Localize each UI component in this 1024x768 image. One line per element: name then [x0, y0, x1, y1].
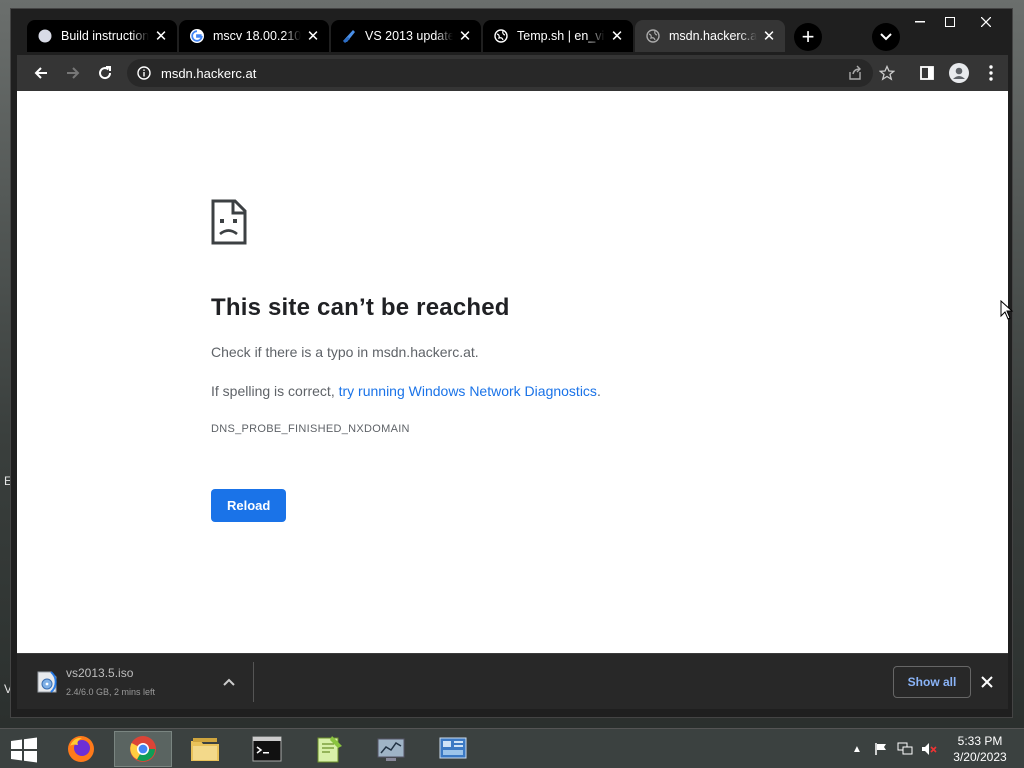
- profile-button[interactable]: [947, 61, 971, 85]
- tab-title: msdn.hackerc.at: [669, 29, 757, 43]
- diagnostics-suggestion: If spelling is correct, try running Wind…: [211, 383, 811, 399]
- close-icon: [981, 676, 993, 688]
- download-file-name: vs2013.5.iso: [66, 666, 134, 680]
- google-icon: [189, 28, 205, 44]
- error-title: This site can’t be reached: [211, 294, 510, 321]
- browser-toolbar: msdn.hackerc.at: [17, 55, 1008, 91]
- divider: [253, 662, 254, 702]
- refresh-icon: [99, 66, 112, 80]
- windows-start-icon[interactable]: [10, 737, 38, 763]
- avatar-icon: [949, 63, 969, 83]
- chevron-up-icon[interactable]: [221, 674, 237, 690]
- page-content: This site can’t be reached Check if ther…: [17, 91, 1008, 653]
- suggestion-prefix: If spelling is correct,: [211, 383, 339, 399]
- circle-favicon-icon: [37, 28, 53, 44]
- show-hidden-icons-icon[interactable]: ▲: [849, 741, 865, 757]
- tab-mscv-search[interactable]: mscv 18.00.21005 ✕: [179, 20, 329, 52]
- clock-date: 3/20/2023: [953, 750, 1007, 764]
- menu-button[interactable]: [979, 61, 1003, 85]
- minimize-button[interactable]: [903, 9, 937, 35]
- share-icon: [849, 65, 861, 80]
- tab-strip: Build instructions ✕ mscv 18.00.21005 ✕ …: [11, 9, 1012, 55]
- command-prompt-icon[interactable]: [238, 731, 296, 767]
- close-tab-icon[interactable]: ✕: [305, 28, 321, 45]
- forward-button[interactable]: [61, 61, 85, 85]
- url-text: msdn.hackerc.at: [161, 65, 257, 81]
- maximize-button[interactable]: [933, 9, 967, 35]
- address-bar[interactable]: msdn.hackerc.at: [127, 59, 873, 87]
- notepad-plus-plus-icon[interactable]: [300, 731, 358, 767]
- close-window-button[interactable]: [969, 9, 1003, 35]
- vs-favicon-icon: [341, 28, 357, 44]
- kebab-menu-icon: [989, 65, 993, 81]
- back-arrow-icon: [34, 67, 47, 79]
- system-monitor-icon[interactable]: [362, 731, 420, 767]
- error-message: Check if there is a typo in msdn.hackerc…: [211, 344, 479, 360]
- new-tab-button[interactable]: +: [794, 23, 822, 51]
- info-icon[interactable]: [137, 66, 151, 80]
- mouse-cursor-icon: [1000, 300, 1014, 320]
- action-center-flag-icon[interactable]: [873, 741, 889, 757]
- taskbar: ▲ 5:33 PM 3/20/2023: [0, 728, 1024, 768]
- tab-build-instructions[interactable]: Build instructions ✕: [27, 20, 177, 52]
- download-shelf: vs2013.5.iso 2.4/6.0 GB, 2 mins left Sho…: [17, 653, 1008, 709]
- globe-icon: [645, 28, 661, 44]
- network-diagnostics-link[interactable]: try running Windows Network Diagnostics: [339, 383, 597, 399]
- close-tab-icon[interactable]: ✕: [609, 28, 625, 45]
- side-panel-button[interactable]: [915, 61, 939, 85]
- globe-icon: [493, 28, 509, 44]
- close-tab-icon[interactable]: ✕: [761, 28, 777, 45]
- disc-image-file-icon: [37, 671, 57, 693]
- chrome-icon[interactable]: [114, 731, 172, 767]
- file-explorer-icon[interactable]: [176, 731, 234, 767]
- close-shelf-button[interactable]: [977, 672, 997, 692]
- tab-vs-2013-update[interactable]: VS 2013 update ✕: [331, 20, 481, 52]
- reload-button[interactable]: Reload: [211, 489, 287, 522]
- tab-title: Build instructions: [61, 29, 149, 43]
- browser-window: Build instructions ✕ mscv 18.00.21005 ✕ …: [10, 8, 1013, 718]
- show-all-button[interactable]: Show all: [893, 666, 971, 698]
- bookmark-button[interactable]: [875, 61, 899, 85]
- share-button[interactable]: [843, 61, 867, 85]
- error-container: This site can’t be reached Check if ther…: [211, 199, 811, 522]
- tab-title: VS 2013 update: [365, 29, 453, 43]
- clock-time: 5:33 PM: [957, 734, 1003, 748]
- side-panel-icon: [920, 66, 934, 80]
- close-tab-icon[interactable]: ✕: [153, 28, 169, 45]
- download-status: 2.4/6.0 GB, 2 mins left: [66, 687, 156, 697]
- firefox-icon[interactable]: [52, 731, 110, 767]
- error-code: DNS_PROBE_FINISHED_NXDOMAIN: [211, 423, 410, 435]
- network-icon[interactable]: [897, 741, 913, 757]
- tab-title: Temp.sh | en_vis: [517, 29, 605, 43]
- chevron-down-icon: [880, 33, 892, 41]
- sad-document-icon: [211, 199, 247, 245]
- back-button[interactable]: [29, 61, 53, 85]
- control-panel-icon[interactable]: [424, 731, 482, 767]
- close-tab-icon[interactable]: ✕: [457, 28, 473, 45]
- suggestion-suffix: .: [596, 383, 601, 399]
- volume-muted-icon[interactable]: [921, 741, 937, 757]
- download-item[interactable]: vs2013.5.iso 2.4/6.0 GB, 2 mins left: [17, 654, 253, 710]
- tab-temp-sh[interactable]: Temp.sh | en_vis ✕: [483, 20, 633, 52]
- star-icon: [879, 65, 895, 81]
- tab-title: mscv 18.00.21005: [213, 29, 301, 43]
- tab-msdn-hackerc[interactable]: msdn.hackerc.at ✕: [635, 20, 785, 52]
- tab-search-button[interactable]: [872, 23, 900, 51]
- system-clock[interactable]: 5:33 PM 3/20/2023: [950, 733, 1010, 765]
- close-icon: [981, 17, 991, 27]
- reload-toolbar-button[interactable]: [93, 61, 117, 85]
- forward-arrow-icon: [67, 67, 80, 79]
